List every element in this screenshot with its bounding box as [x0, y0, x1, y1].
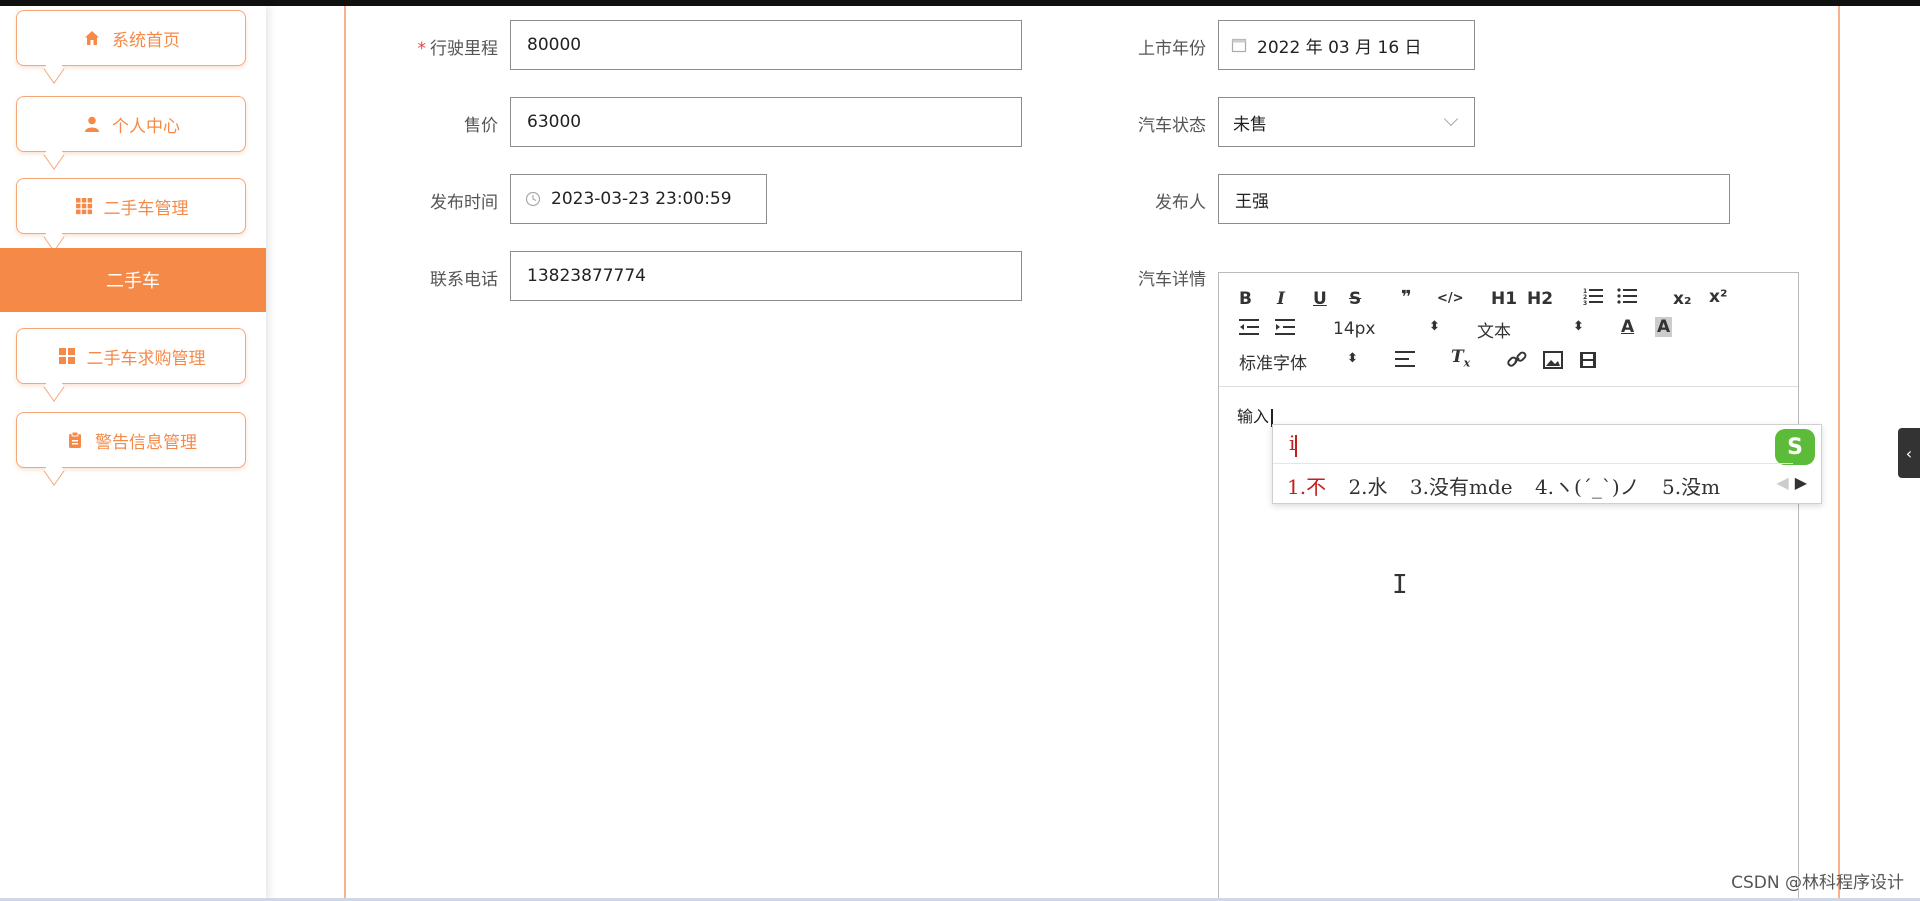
mouse-ibeam-cursor-icon: I	[1392, 570, 1408, 600]
publisher-label: 发布人	[1155, 193, 1206, 213]
ime-composition: i	[1289, 431, 1298, 457]
rich-text-editor[interactable]: B I U S ❞ </> H1 H2 123 x₂ x² 14px ⬍ 文本 …	[1218, 272, 1799, 901]
clear-format-button[interactable]: Tx	[1451, 347, 1470, 369]
indent-icon	[1275, 319, 1295, 335]
indent-button[interactable]	[1275, 319, 1295, 340]
publisher-input[interactable]: 王强	[1218, 174, 1730, 224]
link-button[interactable]	[1507, 351, 1527, 374]
superscript-button[interactable]: x²	[1709, 287, 1727, 307]
font-color-button[interactable]: A	[1621, 317, 1634, 337]
year-label: 上市年份	[1138, 39, 1206, 59]
video-icon	[1580, 352, 1596, 368]
sogou-logo-icon: S	[1775, 429, 1815, 465]
bullet-list-icon	[1617, 288, 1637, 304]
heading1-button[interactable]: H1	[1491, 289, 1517, 309]
sidebar-item-label: 警告信息管理	[95, 432, 197, 453]
sidebar-subitem-label: 二手车	[106, 271, 160, 292]
watermark: CSDN @林科程序设计	[1731, 873, 1904, 893]
align-button[interactable]	[1395, 351, 1415, 372]
details-label: 汽车详情	[1138, 270, 1206, 290]
image-icon	[1543, 351, 1563, 369]
ime-candidates: 1.不 2.水 3.没有mde 4.ヽ(ˊ_ˋ)ノ 5.没m	[1287, 471, 1736, 500]
sidebar-item-warning-management[interactable]: 警告信息管理	[16, 412, 246, 486]
bullet-list-button[interactable]	[1617, 287, 1637, 310]
sidebar-item-home[interactable]: 系统首页	[16, 10, 246, 84]
clock-icon	[525, 191, 541, 207]
price-input[interactable]: 63000	[510, 97, 1022, 147]
code-block-button[interactable]: </>	[1437, 291, 1464, 306]
mileage-input[interactable]: 80000	[510, 20, 1022, 70]
status-label: 汽车状态	[1138, 116, 1206, 136]
ime-candidate[interactable]: 5.没m	[1662, 475, 1720, 499]
status-select[interactable]: 未售	[1218, 97, 1475, 147]
blockquote-button[interactable]: ❞	[1401, 287, 1412, 308]
user-icon	[82, 114, 102, 134]
ime-candidate[interactable]: 1.不	[1287, 475, 1326, 499]
year-date-picker[interactable]: 2022 年 03 月 16 日	[1218, 20, 1475, 70]
text-style-select[interactable]: 文本	[1477, 317, 1511, 342]
ordered-list-icon: 123	[1583, 288, 1603, 307]
grid-icon	[74, 196, 94, 216]
sidebar-item-label: 二手车管理	[103, 198, 189, 219]
publish-time-label: 发布时间	[430, 193, 498, 213]
editor-toolbar: B I U S ❞ </> H1 H2 123 x₂ x² 14px ⬍ 文本 …	[1219, 273, 1798, 387]
link-icon	[1507, 351, 1527, 367]
image-button[interactable]	[1543, 351, 1563, 374]
chevron-down-icon	[1443, 111, 1459, 127]
ime-candidate[interactable]: 3.没有mde	[1410, 475, 1513, 499]
video-button[interactable]	[1579, 351, 1597, 374]
publish-time-picker[interactable]: 2023-03-23 23:00:59	[510, 174, 767, 224]
collapse-side-tab[interactable]: ‹	[1898, 428, 1920, 478]
outdent-icon	[1239, 319, 1259, 335]
ime-candidate[interactable]: 4.ヽ(ˊ_ˋ)ノ	[1535, 475, 1640, 499]
sidebar-item-purchase-management[interactable]: 二手车求购管理	[16, 328, 246, 402]
ime-page-arrows[interactable]: ◀ ▶	[1776, 473, 1807, 492]
sidebar-item-car-management[interactable]: 二手车管理	[16, 178, 246, 252]
sidebar-item-profile[interactable]: 个人中心	[16, 96, 246, 170]
triangle-right-icon: ▶	[1794, 473, 1807, 492]
strike-button[interactable]: S	[1349, 289, 1361, 309]
phone-input[interactable]: 13823877774	[510, 251, 1022, 301]
sidebar-subitem-used-car[interactable]: 二手车	[0, 248, 266, 312]
font-family-select[interactable]: 标准字体	[1239, 349, 1307, 374]
font-family-arrows-icon: ⬍	[1347, 351, 1358, 366]
heading2-button[interactable]: H2	[1527, 289, 1553, 309]
italic-button[interactable]: I	[1277, 289, 1285, 309]
ime-candidate-popup: i S 1.不 2.水 3.没有mde 4.ヽ(ˊ_ˋ)ノ 5.没m ◀ ▶	[1272, 424, 1822, 504]
triangle-left-icon: ◀	[1776, 473, 1789, 492]
sidebar-item-label: 个人中心	[112, 116, 180, 137]
bold-button[interactable]: B	[1239, 289, 1252, 309]
editor-content[interactable]: 输入	[1237, 403, 1273, 427]
calendar-icon	[1231, 37, 1247, 53]
phone-label: 联系电话	[430, 270, 498, 290]
chevron-left-icon: ‹	[1905, 443, 1913, 463]
apps-icon	[57, 346, 77, 366]
svg-text:3: 3	[1583, 300, 1587, 305]
font-size-arrows-icon: ⬍	[1429, 319, 1440, 334]
align-left-icon	[1395, 351, 1415, 367]
sidebar-item-label: 系统首页	[112, 30, 180, 51]
ordered-list-button[interactable]: 123	[1583, 287, 1603, 310]
subscript-button[interactable]: x₂	[1673, 289, 1691, 309]
sidebar-item-label: 二手车求购管理	[86, 348, 206, 369]
font-size-select[interactable]: 14px	[1333, 319, 1375, 339]
ime-candidate[interactable]: 2.水	[1348, 475, 1387, 499]
home-icon	[82, 28, 102, 48]
clipboard-icon	[65, 430, 85, 450]
background-color-button[interactable]: A	[1655, 317, 1673, 337]
underline-button[interactable]: U	[1313, 289, 1327, 309]
mileage-label: * 行驶里程	[417, 39, 499, 59]
outdent-button[interactable]	[1239, 319, 1259, 340]
price-label: 售价	[464, 116, 498, 136]
sidebar: 系统首页 个人中心 二手车管理 二手车 二手车求购管理 警告信息管理	[0, 6, 266, 901]
text-style-arrows-icon: ⬍	[1573, 319, 1584, 334]
